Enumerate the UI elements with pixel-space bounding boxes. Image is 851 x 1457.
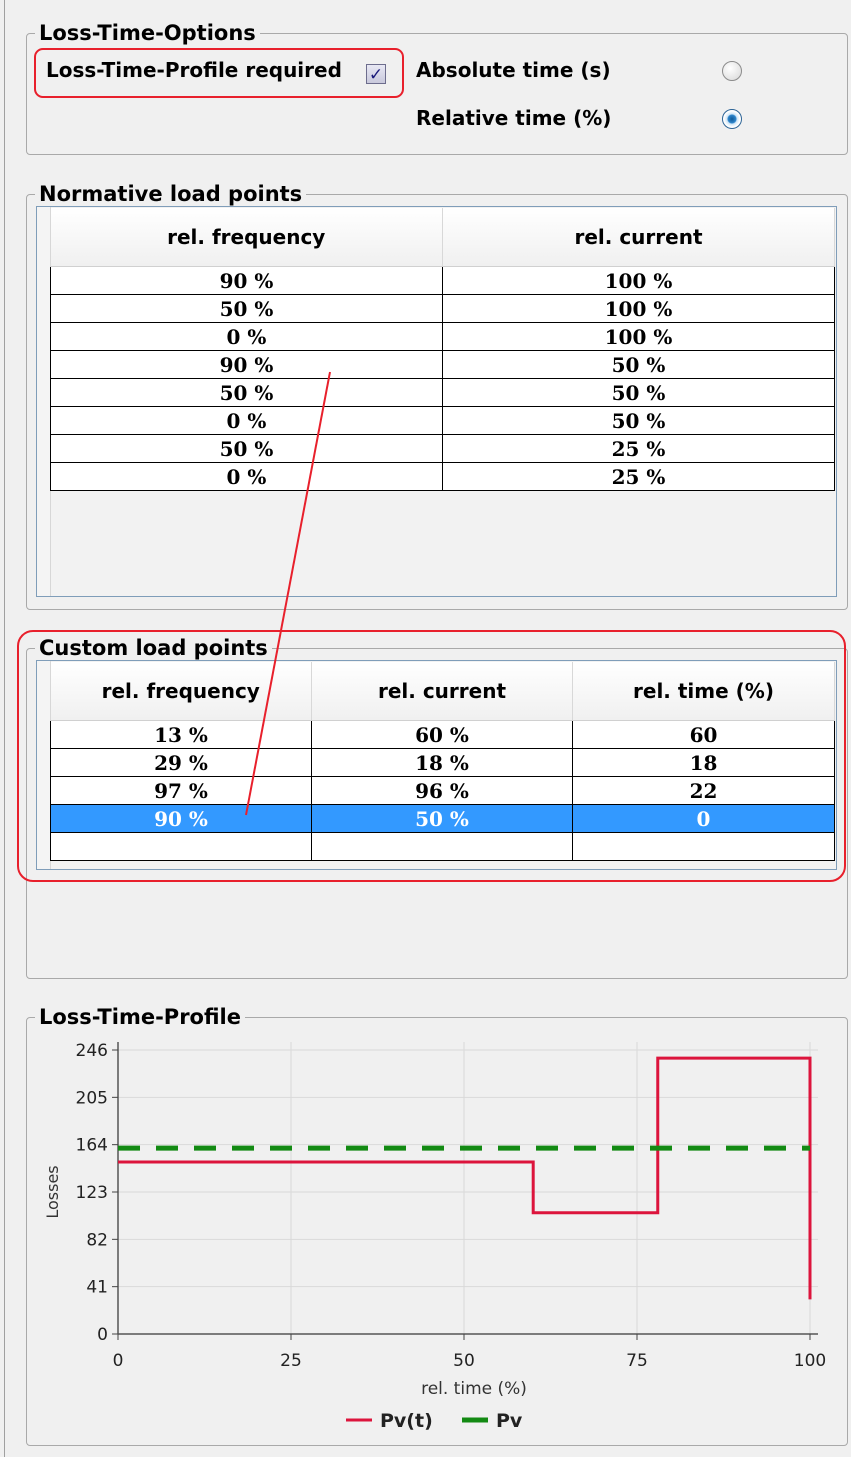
y-tick-label: 82	[86, 1230, 108, 1250]
y-tick-label: 41	[86, 1278, 108, 1298]
y-tick-label: 205	[76, 1088, 108, 1108]
y-tick-label: 246	[76, 1041, 108, 1061]
y-tick-label: 0	[97, 1325, 108, 1345]
chart-grid	[118, 1042, 818, 1334]
y-tick-label: 164	[76, 1136, 108, 1156]
x-tick-label: 0	[113, 1351, 124, 1371]
legend-label: Pv(t)	[380, 1410, 433, 1432]
chart-legend: Pv(t) Pv	[346, 1410, 523, 1432]
y-axis-label: Losses	[43, 1165, 62, 1218]
x-axis-label: rel. time (%)	[421, 1379, 527, 1399]
x-tick-label: 25	[280, 1351, 302, 1371]
x-tick-label: 100	[794, 1351, 826, 1371]
loss-time-profile-chart: 0 25 50 75 100 0 41 82 123 164 205 246 Losses rel. …	[43, 1041, 827, 1432]
chart-axes	[117, 1042, 818, 1335]
y-tick-label: 123	[76, 1183, 108, 1203]
chart-ticks: 0 25 50 75 100 0 41 82 123 164 205 246	[76, 1041, 827, 1371]
x-tick-label: 75	[626, 1351, 648, 1371]
legend-label: Pv	[496, 1410, 523, 1432]
x-tick-label: 50	[453, 1351, 475, 1371]
